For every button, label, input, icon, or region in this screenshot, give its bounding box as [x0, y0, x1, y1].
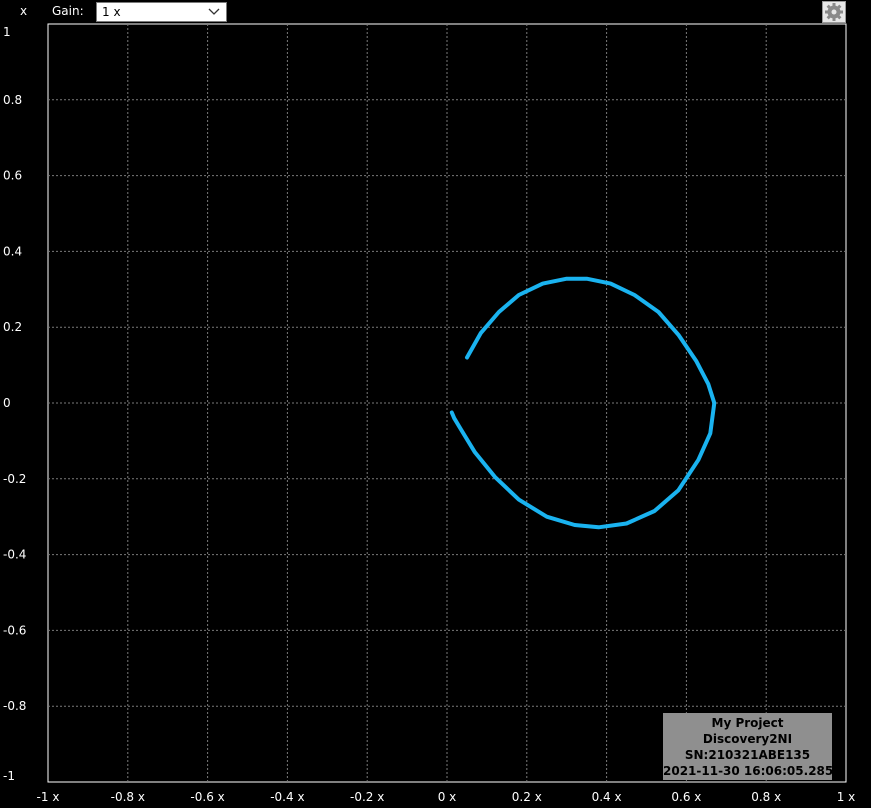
- gain-label: Gain:: [52, 4, 84, 18]
- y-tick-label: 0.4: [3, 244, 22, 258]
- capture-timestamp: 2021-11-30 16:06:05.285: [663, 764, 834, 778]
- serial-number: SN:210321ABE135: [684, 748, 811, 762]
- gear-icon: [825, 3, 843, 21]
- device-name: Discovery2NI: [702, 732, 793, 746]
- y-tick-label: 0.6: [3, 169, 22, 183]
- x-tick-label: 1 x: [837, 790, 856, 804]
- y-tick-label: -0.4: [3, 548, 26, 562]
- y-tick-label: 0.8: [3, 93, 22, 107]
- x-tick-label: 0.6 x: [671, 790, 701, 804]
- project-name: My Project: [711, 716, 784, 730]
- x-tick-label: -0.2 x: [350, 790, 384, 804]
- y-tick-label: -0.6: [3, 623, 26, 637]
- toolbar: x Gain: 1 x: [0, 0, 871, 24]
- y-tick-label: 1: [3, 25, 11, 39]
- y-tick-label: -0.2: [3, 472, 26, 486]
- x-tick-label: -0.4 x: [270, 790, 304, 804]
- device-info-box: My Project Discovery2NI SN:210321ABE135 …: [663, 713, 834, 780]
- x-tick-label: 0.4 x: [592, 790, 622, 804]
- y-tick-label: 0.2: [3, 320, 22, 334]
- y-tick-label: -1: [3, 769, 15, 783]
- settings-button[interactable]: [822, 1, 846, 23]
- gain-value: 1 x: [102, 5, 121, 19]
- gain-dropdown[interactable]: 1 x: [96, 2, 227, 22]
- chevron-down-icon: [208, 8, 220, 15]
- x-tick-label: -0.6 x: [190, 790, 224, 804]
- x-tick-label: -1 x: [37, 790, 60, 804]
- x-tick-label: 0.8 x: [751, 790, 781, 804]
- x-tick-label: 0.2 x: [512, 790, 542, 804]
- y-tick-label: -0.8: [3, 699, 26, 713]
- channel-label: x: [20, 4, 28, 18]
- xy-plot: -1 x -0.8 x -0.6 x -0.4 x -0.2 x 0 x 0.2 x 0.4 …: [3, 23, 856, 804]
- y-tick-label: 0: [3, 396, 11, 410]
- x-tick-label: 0 x: [438, 790, 457, 804]
- x-tick-label: -0.8 x: [111, 790, 145, 804]
